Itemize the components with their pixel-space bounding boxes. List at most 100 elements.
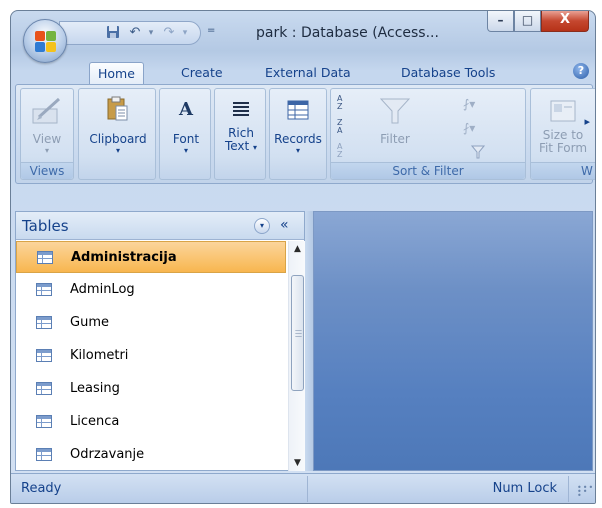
scroll-down-icon[interactable]: ▼ (289, 455, 306, 471)
minimize-button[interactable]: – (487, 11, 514, 32)
table-item-leasing[interactable]: Leasing (16, 373, 286, 405)
tab-external-data[interactable]: External Data (257, 62, 359, 85)
clear-sort-icon[interactable]: AZ (337, 143, 353, 161)
window-controls: – □ X (487, 11, 589, 33)
toggle-filter-icon[interactable] (470, 145, 486, 162)
shutter-bar-close-icon[interactable]: « (280, 217, 289, 233)
table-item-odrzavanje[interactable]: Odrzavanje (16, 439, 286, 471)
redo-dropdown-icon[interactable]: ▾ (176, 25, 194, 41)
table-item-label: Leasing (70, 381, 120, 396)
customize-toolbar-icon[interactable]: = (207, 25, 215, 36)
scroll-up-icon[interactable]: ▲ (289, 241, 306, 257)
nav-pane-header[interactable]: Tables ▾ « (16, 212, 304, 240)
status-num-lock: Num Lock (492, 481, 557, 496)
nav-pane-title: Tables (22, 217, 69, 235)
scrollbar-grip-icon: — — — (295, 326, 302, 340)
status-divider (307, 476, 308, 502)
table-item-licenca[interactable]: Licenca (16, 406, 286, 438)
font-dropdown-icon: ▾ (183, 146, 188, 155)
nav-pane-menu-icon[interactable]: ▾ (254, 218, 270, 234)
records-group: Records ▾ (269, 88, 327, 180)
clipboard-group: Clipboard ▾ (78, 88, 156, 180)
table-item-label: Gume (70, 315, 109, 330)
sort-descending-icon[interactable]: ZA (337, 119, 353, 137)
window-title: park : Database (Access... (256, 25, 439, 41)
table-item-adminlog[interactable]: AdminLog (16, 274, 286, 306)
view-label: View (32, 132, 62, 146)
office-logo-icon (35, 31, 57, 53)
clipboard-label: Clipboard (89, 132, 147, 146)
table-icon (36, 448, 52, 461)
rich-text-group: Rich Text ▾ (214, 88, 266, 180)
maximize-button[interactable]: □ (514, 11, 541, 32)
table-icon (36, 316, 52, 329)
records-button[interactable]: Records ▾ (274, 93, 322, 163)
table-item-label: Kilometri (70, 348, 129, 363)
table-item-gume[interactable]: Gume (16, 307, 286, 339)
table-icon (36, 415, 52, 428)
status-ready: Ready (21, 481, 62, 496)
ribbon: View ▾ Views Clipboard ▾ A Font ▾ Rich T… (15, 84, 595, 184)
ribbon-scroll-right-icon[interactable]: ▸ (584, 115, 590, 128)
table-item-label: Odrzavanje (70, 447, 145, 462)
navigation-pane: Tables ▾ « Administracija AdminLog Gume … (15, 211, 305, 471)
office-button[interactable] (23, 19, 67, 63)
sort-filter-group-label: Sort & Filter (331, 162, 525, 179)
font-button[interactable]: A Font ▾ (162, 93, 210, 163)
table-item-administracija[interactable]: Administracija (16, 241, 286, 273)
table-icon (37, 251, 53, 264)
close-icon: X (559, 12, 571, 27)
rich-text-dropdown-icon: ▾ (253, 143, 258, 152)
table-item-kilometri[interactable]: Kilometri (16, 340, 286, 372)
nav-pane-scrollbar[interactable]: ▲ — — — ▼ (288, 241, 305, 471)
access-window: ↶ ▾ ↷ ▾ = park : Database (Access... – □… (10, 10, 596, 504)
ribbon-tabs: Home Create External Data Database Tools (11, 59, 595, 85)
close-button[interactable]: X (541, 11, 589, 32)
records-dropdown-icon: ▾ (295, 146, 300, 155)
advanced-filter-icon[interactable]: ⨏▾ (463, 121, 475, 135)
size-to-fit-form-button[interactable]: Size to Fit Form (533, 93, 593, 163)
table-item-label: AdminLog (70, 282, 135, 297)
save-icon[interactable] (104, 25, 122, 41)
window-group: Size to Fit Form W (530, 88, 595, 180)
tab-database-tools[interactable]: Database Tools (393, 62, 503, 85)
view-button[interactable]: View ▾ (23, 93, 71, 163)
quick-access-toolbar: ↶ ▾ ↷ ▾ (59, 21, 201, 45)
clipboard-button[interactable]: Clipboard ▾ (89, 93, 147, 163)
tab-home[interactable]: Home (89, 62, 144, 85)
font-icon: A (179, 99, 193, 120)
table-icon (36, 349, 52, 362)
filter-funnel-icon (379, 95, 411, 127)
rich-text-button[interactable]: Rich Text ▾ (217, 93, 265, 163)
table-item-label: Administracija (71, 250, 177, 265)
help-icon[interactable]: ? (573, 63, 589, 79)
title-bar[interactable]: ↶ ▾ ↷ ▾ = park : Database (Access... – □… (11, 11, 595, 63)
pane-splitter[interactable] (305, 211, 313, 471)
maximize-icon: □ (521, 13, 534, 27)
table-icon (36, 382, 52, 395)
views-group-label: Views (21, 162, 73, 179)
tab-create[interactable]: Create (173, 62, 231, 85)
status-divider (568, 476, 569, 502)
filter-label: Filter (380, 132, 410, 146)
table-item-label: Licenca (70, 414, 120, 429)
view-icon (31, 95, 63, 127)
font-label: Font (172, 132, 200, 146)
minimize-icon: – (497, 13, 504, 27)
rich-text-label: Text (224, 139, 250, 153)
view-dropdown-icon: ▾ (44, 146, 49, 155)
table-icon (36, 283, 52, 296)
undo-dropdown-icon[interactable]: ▾ (142, 25, 160, 41)
size-to-fit-icon (547, 95, 579, 127)
records-label: Records (274, 132, 322, 146)
selection-filter-icon[interactable]: ⨏▾ (463, 97, 475, 111)
filter-button[interactable]: Filter (371, 93, 419, 163)
sort-filter-group: AZ ZA AZ Filter ⨏▾ ⨏▾ Sort & Filter (330, 88, 526, 180)
scrollbar-thumb[interactable]: — — — (291, 275, 304, 391)
resize-grip-icon[interactable]: ••• •• • (577, 484, 593, 500)
status-bar: Ready Num Lock ••• •• • (11, 473, 595, 503)
align-text-icon (225, 95, 257, 127)
table-list: Administracija AdminLog Gume Kilometri L… (16, 241, 286, 472)
rich-text-label-line2: Text ▾ (217, 140, 265, 154)
sort-ascending-icon[interactable]: AZ (337, 95, 353, 113)
